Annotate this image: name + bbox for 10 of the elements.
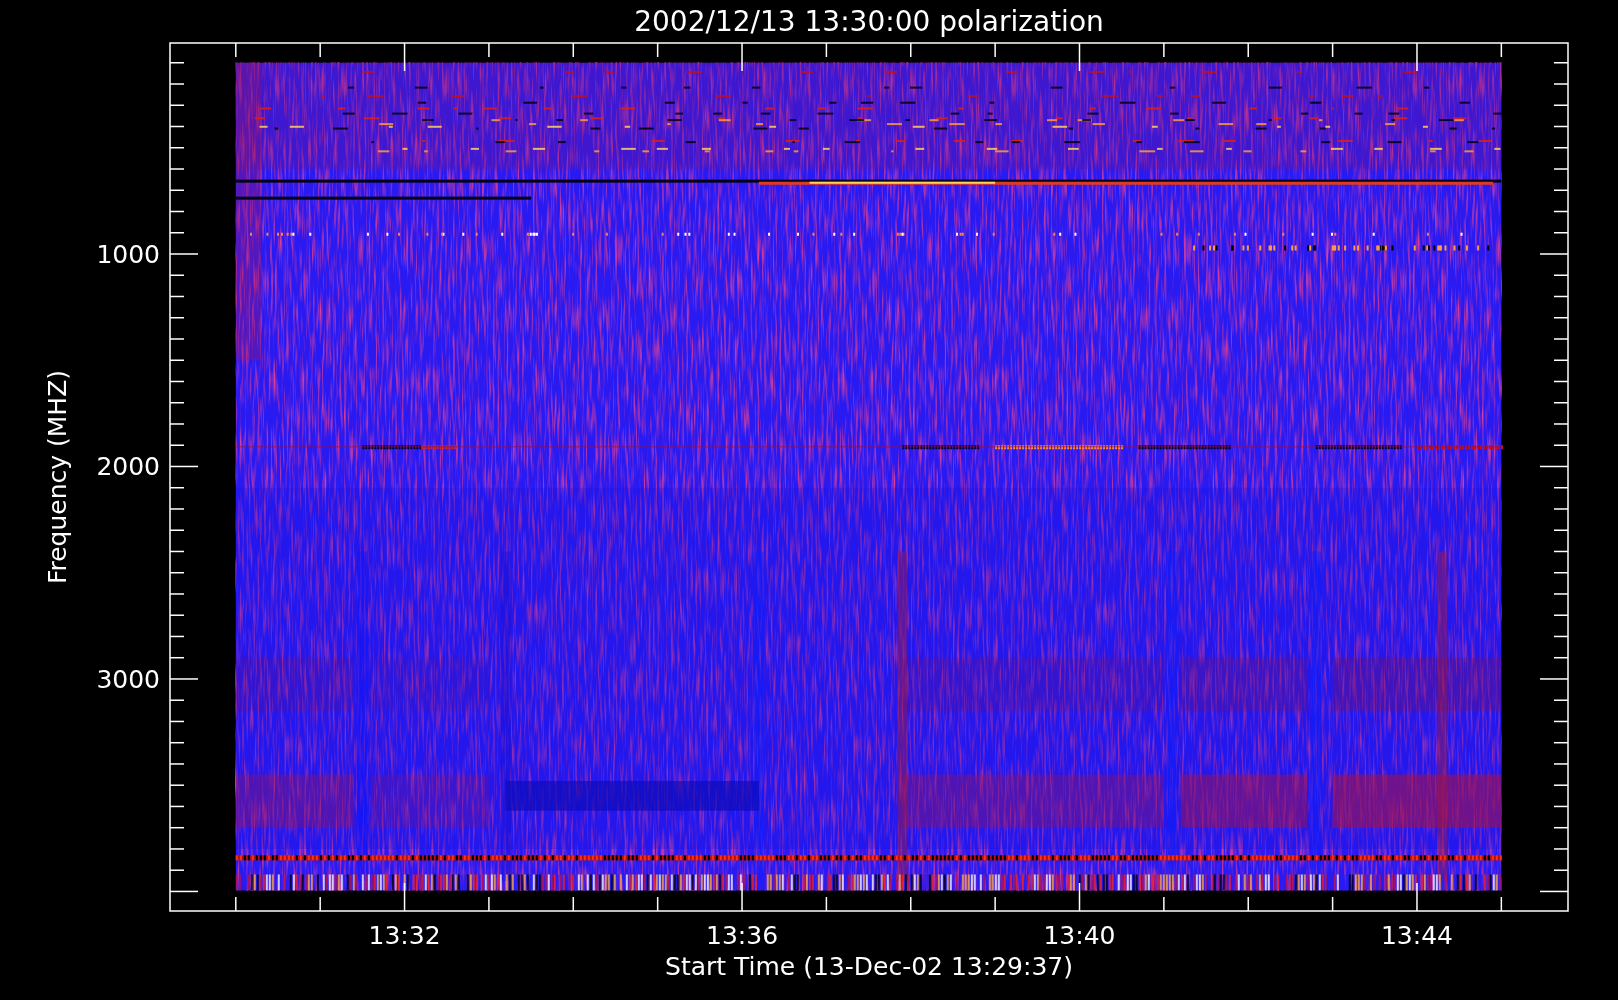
tick-label: 13:40 [1043, 921, 1116, 950]
tick-label: 13:32 [368, 921, 441, 950]
tick-label: 2000 [96, 452, 160, 482]
axis-label: Frequency (MHZ) [43, 369, 72, 585]
tick-label: 13:44 [1380, 921, 1453, 950]
tick-label: 3000 [96, 664, 160, 694]
tick-label: 1000 [96, 240, 160, 269]
tick-label: 13:36 [706, 921, 779, 950]
chart-title: 2002/12/13 13:30:00 polarization [634, 5, 1104, 38]
axis-label: Start Time (13-Dec-02 13:29:37) [665, 952, 1073, 981]
